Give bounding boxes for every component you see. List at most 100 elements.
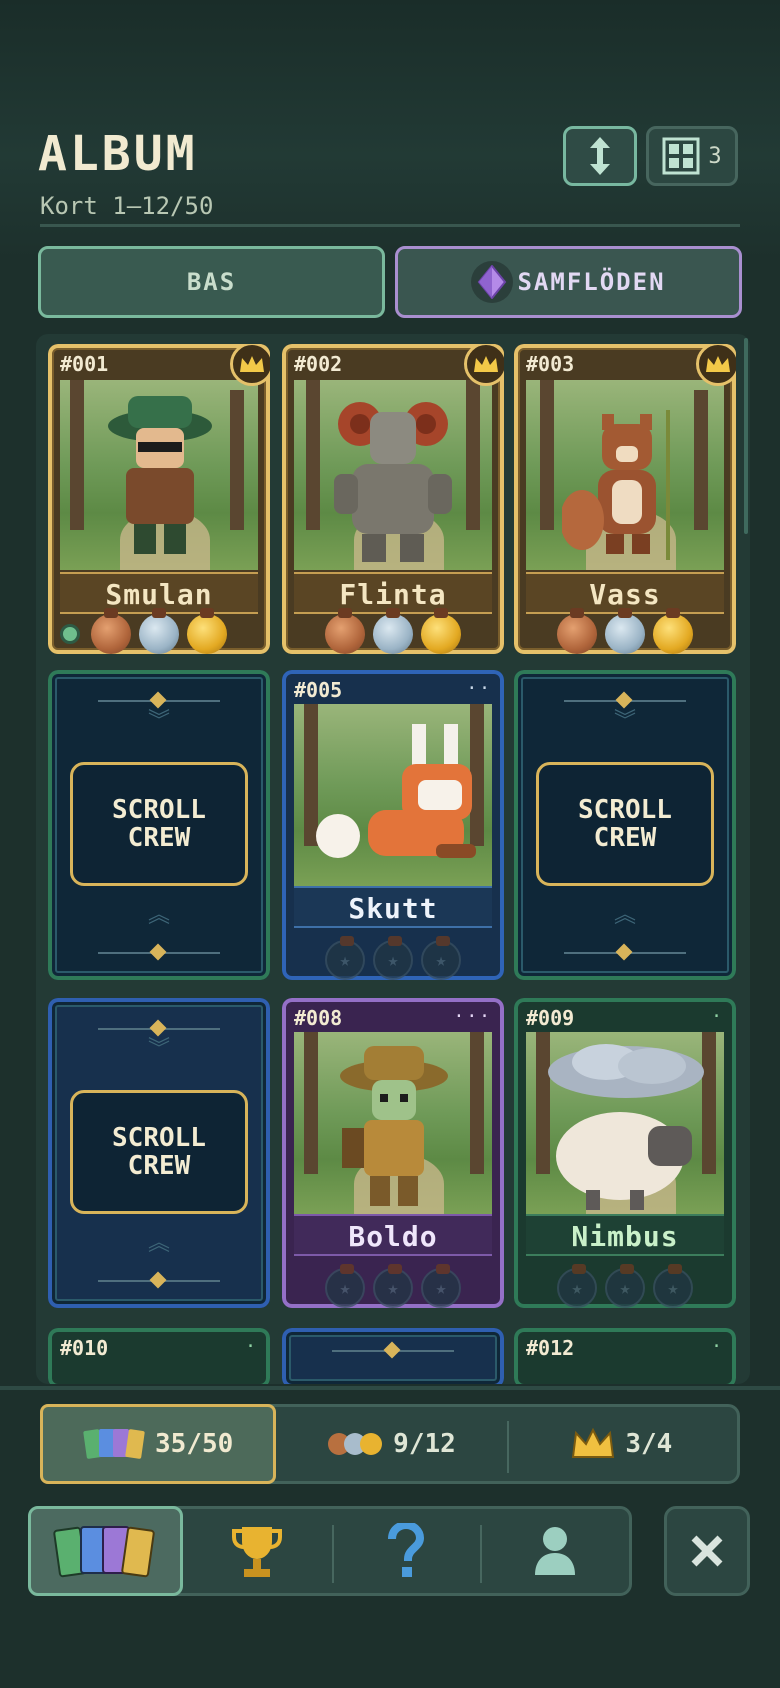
empty-medal-icon xyxy=(373,936,413,980)
nav-help[interactable] xyxy=(331,1509,481,1593)
card-012[interactable]: #012 · xyxy=(514,1328,736,1384)
silver-medal-icon xyxy=(139,608,179,654)
stat-medals-value: 9/12 xyxy=(393,1429,456,1459)
card-art xyxy=(294,704,492,886)
tab-bas[interactable]: BAS xyxy=(38,246,385,318)
page-subtitle: Kort 1–12/50 xyxy=(40,192,214,220)
card-number: #008 xyxy=(294,1006,343,1030)
stat-crowns[interactable]: 3/4 xyxy=(506,1407,737,1481)
empty-medal-icon xyxy=(653,1264,693,1308)
card-grid-scrollbar[interactable] xyxy=(744,338,748,534)
silver-medal-icon xyxy=(605,608,645,654)
card-001[interactable]: #001 Smulan xyxy=(48,344,270,654)
card-007-locked[interactable]: ︾ SCROLL CREW ︽ xyxy=(48,998,270,1308)
close-button[interactable] xyxy=(664,1506,750,1596)
grid-icon xyxy=(662,137,700,175)
card-art xyxy=(294,380,492,570)
gold-medal-icon xyxy=(421,608,461,654)
card-006-locked[interactable]: ︾ SCROLL CREW ︽ xyxy=(514,670,736,980)
silver-medal-icon xyxy=(373,608,413,654)
card-010[interactable]: #010 · xyxy=(48,1328,270,1384)
card-name: Nimbus xyxy=(526,1214,724,1256)
card-004-locked[interactable]: ︾ SCROLL CREW ︽ xyxy=(48,670,270,980)
collection-stats: 35/50 9/12 3/4 xyxy=(40,1404,740,1484)
nav-profile[interactable] xyxy=(480,1509,629,1593)
nav-trophy[interactable] xyxy=(183,1509,332,1593)
medals-icon xyxy=(328,1433,383,1455)
card-number: #005 xyxy=(294,678,343,702)
header-divider xyxy=(40,224,740,227)
card-art xyxy=(526,380,724,570)
card-grid[interactable]: #001 Smulan #002 Flinta #003 Vass ︾ SCRO… xyxy=(36,334,750,1384)
medal-row xyxy=(282,608,504,654)
nav-cards[interactable] xyxy=(28,1506,183,1596)
card-back-logo: SCROLL CREW xyxy=(70,1090,248,1214)
card-005[interactable]: #005 ·· Skutt xyxy=(282,670,504,980)
bronze-medal-icon xyxy=(91,608,131,654)
card-back-logo: SCROLL CREW xyxy=(536,762,714,886)
card-002[interactable]: #002 Flinta xyxy=(282,344,504,654)
tab-samfloden[interactable]: SAMFLÖDEN xyxy=(395,246,742,318)
bottom-divider xyxy=(0,1386,780,1390)
stat-medals[interactable]: 9/12 xyxy=(276,1407,506,1481)
empty-medal-icon xyxy=(557,1264,597,1308)
owned-indicator xyxy=(60,624,80,644)
card-back-logo: SCROLL CREW xyxy=(70,762,248,886)
more-dots-icon: · xyxy=(711,1006,724,1027)
stat-cards[interactable]: 35/50 xyxy=(40,1404,277,1484)
medal-row xyxy=(282,1264,504,1308)
question-icon xyxy=(387,1523,424,1577)
crown-badge-icon xyxy=(230,344,270,386)
more-dots-icon: · xyxy=(245,1336,258,1357)
bronze-medal-icon xyxy=(557,608,597,654)
tab-samfloden-label: SAMFLÖDEN xyxy=(517,268,666,296)
page-title: ALBUM xyxy=(38,126,198,182)
card-name: Skutt xyxy=(294,886,492,928)
empty-medal-icon xyxy=(325,1264,365,1308)
card-art xyxy=(60,380,258,570)
more-dots-icon: ··· xyxy=(453,1006,492,1027)
bronze-medal-icon xyxy=(325,608,365,654)
stat-crowns-value: 3/4 xyxy=(625,1429,673,1459)
empty-medal-icon xyxy=(421,1264,461,1308)
gold-medal-icon xyxy=(187,608,227,654)
grid-count: 3 xyxy=(708,143,722,169)
crown-badge-icon xyxy=(696,344,736,386)
sort-button[interactable] xyxy=(563,126,637,186)
card-number: #001 xyxy=(60,352,109,376)
trophy-icon xyxy=(232,1527,283,1577)
card-number: #002 xyxy=(294,352,343,376)
crown-icon xyxy=(572,1427,615,1458)
empty-medal-icon xyxy=(605,1264,645,1308)
profile-icon xyxy=(534,1527,575,1575)
medal-row xyxy=(514,608,736,654)
empty-medal-icon xyxy=(325,936,365,980)
card-003[interactable]: #003 Vass xyxy=(514,344,736,654)
card-009[interactable]: #009 · Nimbus xyxy=(514,998,736,1308)
crown-badge-icon xyxy=(464,344,504,386)
empty-medal-icon xyxy=(421,936,461,980)
stat-cards-value: 35/50 xyxy=(155,1429,234,1459)
vertical-arrows-icon xyxy=(590,137,610,175)
card-number: #010 xyxy=(60,1336,109,1360)
card-number: #003 xyxy=(526,352,575,376)
card-name: Boldo xyxy=(294,1214,492,1256)
medal-row xyxy=(48,608,270,654)
close-icon xyxy=(691,1535,723,1567)
cards-icon xyxy=(83,1429,145,1459)
card-number: #012 xyxy=(526,1336,575,1360)
empty-medal-icon xyxy=(373,1264,413,1308)
card-art xyxy=(526,1032,724,1214)
purple-gem-icon xyxy=(471,261,514,303)
bottom-nav xyxy=(28,1506,632,1596)
grid-size-button[interactable]: 3 xyxy=(646,126,738,186)
tab-bas-label: BAS xyxy=(186,268,237,296)
medal-row xyxy=(282,936,504,980)
more-dots-icon: ·· xyxy=(466,678,492,699)
card-011-locked[interactable] xyxy=(282,1328,504,1384)
gold-medal-icon xyxy=(653,608,693,654)
card-008[interactable]: #008 ··· Boldo xyxy=(282,998,504,1308)
cards-icon xyxy=(53,1526,156,1578)
more-dots-icon: · xyxy=(711,1336,724,1357)
card-number: #009 xyxy=(526,1006,575,1030)
